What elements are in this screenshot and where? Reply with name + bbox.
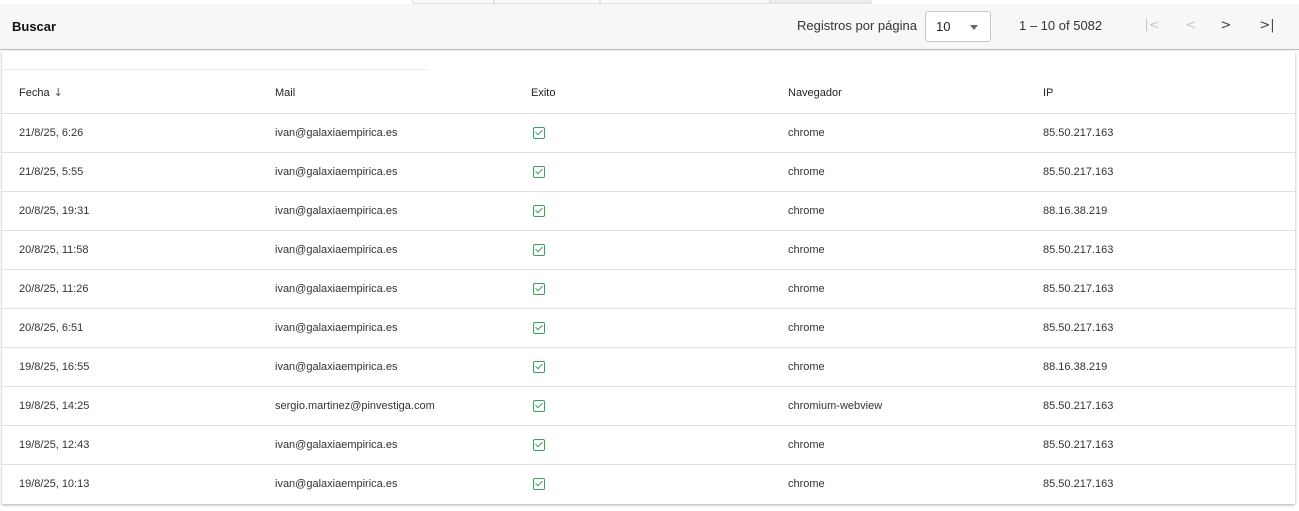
column-header-navegador[interactable]: Navegador <box>771 72 1026 114</box>
checkbox-checked-icon <box>533 283 545 296</box>
cell-mail: sergio.martinez@pinvestiga.com <box>258 386 514 426</box>
cell-fecha: 19/8/25, 14:25 <box>2 386 258 426</box>
table-row[interactable]: 20/8/25, 11:26 ivan@galaxiaempirica.es c… <box>2 269 1295 309</box>
checkbox-checked-icon <box>533 166 545 179</box>
table-row[interactable]: 19/8/25, 10:13 ivan@galaxiaempirica.es c… <box>2 465 1295 504</box>
cell-fecha: 19/8/25, 16:55 <box>2 347 258 387</box>
table-toolbar: Buscar Registros por página 10 1 – 10 of… <box>0 4 1299 50</box>
cell-navegador: chrome <box>771 347 1026 387</box>
cell-ip: 88.16.38.219 <box>1026 347 1295 387</box>
cell-ip: 85.50.217.163 <box>1026 152 1295 192</box>
cell-fecha: 21/8/25, 5:55 <box>2 152 258 192</box>
checkbox-checked-icon <box>533 205 545 218</box>
table-row[interactable]: 20/8/25, 11:58 ivan@galaxiaempirica.es c… <box>2 230 1295 270</box>
cell-exito <box>514 152 771 192</box>
table-row[interactable]: 19/8/25, 16:55 ivan@galaxiaempirica.es c… <box>2 347 1295 387</box>
cell-ip: 85.50.217.163 <box>1026 425 1295 465</box>
cell-fecha: 20/8/25, 11:58 <box>2 230 258 270</box>
column-header-label: Mail <box>275 86 296 99</box>
cell-navegador: chrome <box>771 230 1026 270</box>
checkbox-checked-icon <box>533 400 545 413</box>
table-header-row: Fecha ↓ Mail Exito Navegador IP <box>2 72 1295 114</box>
cell-exito <box>514 465 771 504</box>
checkbox-checked-icon <box>533 439 545 452</box>
column-header-label: IP <box>1043 86 1054 99</box>
cell-mail: ivan@galaxiaempirica.es <box>258 347 514 387</box>
rows-per-page-select[interactable]: 10 <box>925 11 991 42</box>
cell-navegador: chrome <box>771 152 1026 192</box>
column-header-label: Exito <box>531 86 556 99</box>
pagination-range: 1 – 10 of 5082 <box>1019 18 1103 33</box>
page: Buscar Registros por página 10 1 – 10 of… <box>0 0 1299 511</box>
cell-ip: 88.16.38.219 <box>1026 191 1295 231</box>
table-card: Fecha ↓ Mail Exito Navegador IP 21/8/25, … <box>2 51 1295 504</box>
checkbox-checked-icon <box>533 322 545 335</box>
cell-exito <box>514 425 771 465</box>
table-row[interactable]: 21/8/25, 5:55 ivan@galaxiaempirica.es ch… <box>2 152 1295 192</box>
checkbox-checked-icon <box>533 244 545 257</box>
cell-navegador: chrome <box>788 478 825 490</box>
cell-fecha: 19/8/25, 10:13 <box>19 478 90 490</box>
divider <box>2 69 428 70</box>
cell-exito <box>514 386 771 426</box>
cell-mail: ivan@galaxiaempirica.es <box>258 269 514 309</box>
checkbox-checked-icon <box>533 361 545 374</box>
cell-ip: 85.50.217.163 <box>1026 269 1295 309</box>
prev-page-icon[interactable]: < <box>1181 16 1201 36</box>
cell-navegador: chrome <box>771 191 1026 231</box>
cell-ip: 85.50.217.163 <box>1026 386 1295 426</box>
column-header-label: Navegador <box>788 86 842 99</box>
table-row[interactable]: 21/8/25, 6:26 ivan@galaxiaempirica.es ch… <box>2 113 1295 153</box>
table-row[interactable]: 20/8/25, 19:31 ivan@galaxiaempirica.es c… <box>2 191 1295 231</box>
logins-table: Fecha ↓ Mail Exito Navegador IP 21/8/25, … <box>2 72 1295 503</box>
arrow-down-icon[interactable]: ↓ <box>54 86 63 99</box>
cell-mail: ivan@galaxiaempirica.es <box>275 478 398 490</box>
column-header-ip[interactable]: IP <box>1026 72 1295 114</box>
cell-fecha: 21/8/25, 6:26 <box>2 113 258 153</box>
cell-ip: 85.50.217.163 <box>1026 113 1295 153</box>
cell-mail: ivan@galaxiaempirica.es <box>258 230 514 270</box>
cell-fecha: 20/8/25, 6:51 <box>2 308 258 348</box>
search-button[interactable]: Buscar <box>12 19 56 34</box>
cell-mail: ivan@galaxiaempirica.es <box>258 191 514 231</box>
table-row[interactable]: 19/8/25, 12:43 ivan@galaxiaempirica.es c… <box>2 425 1295 465</box>
cell-exito <box>514 308 771 348</box>
cell-exito <box>514 191 771 231</box>
cell-exito <box>514 347 771 387</box>
next-page-icon[interactable]: > <box>1216 16 1236 36</box>
cell-navegador: chrome <box>771 113 1026 153</box>
table-row[interactable]: 19/8/25, 14:25 sergio.martinez@pinvestig… <box>2 386 1295 426</box>
cell-fecha: 20/8/25, 19:31 <box>2 191 258 231</box>
cell-ip: 85.50.217.163 <box>1026 230 1295 270</box>
checkbox-checked-icon <box>533 127 545 140</box>
cell-exito <box>514 269 771 309</box>
column-header-exito[interactable]: Exito <box>514 72 771 114</box>
cell-ip: 85.50.217.163 <box>1026 308 1295 348</box>
cell-fecha: 20/8/25, 11:26 <box>2 269 258 309</box>
checkbox-checked-icon <box>533 478 545 491</box>
cell-exito <box>514 230 771 270</box>
cell-navegador: chrome <box>771 269 1026 309</box>
last-page-icon[interactable]: >| <box>1257 16 1277 36</box>
cell-navegador: chrome <box>771 308 1026 348</box>
rows-per-page-label: Registros por página <box>797 18 917 33</box>
column-header-label: Fecha <box>19 87 50 99</box>
cell-navegador: chromium-webview <box>771 386 1026 426</box>
cell-fecha: 19/8/25, 12:43 <box>2 425 258 465</box>
cell-mail: ivan@galaxiaempirica.es <box>258 425 514 465</box>
chevron-down-icon <box>970 25 978 30</box>
cell-mail: ivan@galaxiaempirica.es <box>258 308 514 348</box>
cell-mail: ivan@galaxiaempirica.es <box>258 152 514 192</box>
cell-ip: 85.50.217.163 <box>1043 478 1114 490</box>
cell-navegador: chrome <box>771 425 1026 465</box>
column-header-mail[interactable]: Mail <box>258 72 514 114</box>
rows-per-page-value: 10 <box>936 19 951 34</box>
cell-mail: ivan@galaxiaempirica.es <box>258 113 514 153</box>
cell-exito <box>514 113 771 153</box>
table-row[interactable]: 20/8/25, 6:51 ivan@galaxiaempirica.es ch… <box>2 308 1295 348</box>
column-header-fecha[interactable]: Fecha ↓ <box>2 72 258 114</box>
first-page-icon[interactable]: |< <box>1142 16 1162 36</box>
